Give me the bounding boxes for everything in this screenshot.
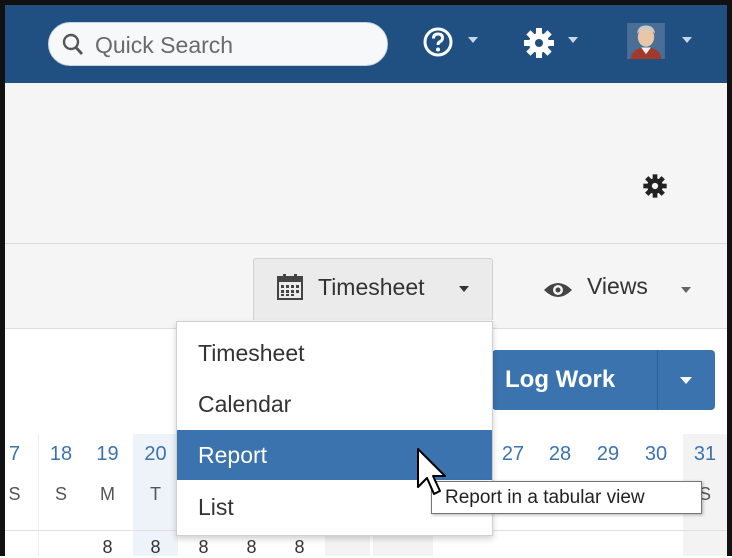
- chevron-down-icon: [680, 377, 692, 384]
- day-weekday: S: [8, 484, 21, 504]
- day-hours: 8: [246, 537, 257, 557]
- settings-chevron-down-icon[interactable]: [568, 37, 578, 43]
- views-label: Views: [587, 273, 648, 299]
- top-navigation-bar: Quick Search: [5, 5, 727, 83]
- menu-item-calendar[interactable]: Calendar: [177, 379, 492, 429]
- chevron-down-icon: [681, 287, 691, 293]
- quick-search-placeholder: Quick Search: [95, 32, 234, 58]
- timesheet-view-button[interactable]: Timesheet: [253, 258, 493, 320]
- timesheet-view-label: Timesheet: [318, 274, 425, 300]
- calendar-day[interactable]: 20 T 8: [133, 434, 178, 557]
- log-work-dropdown-button[interactable]: [657, 350, 715, 410]
- chevron-down-icon: [459, 286, 469, 292]
- quick-search-input[interactable]: Quick Search: [48, 22, 388, 66]
- day-weekday: S: [54, 484, 67, 504]
- eye-icon: [544, 283, 572, 297]
- user-chevron-down-icon[interactable]: [682, 37, 692, 43]
- log-work-button[interactable]: Log Work: [492, 350, 657, 410]
- report-tooltip: Report in a tabular view: [431, 481, 702, 514]
- day-date: 28: [548, 443, 572, 465]
- day-hours: 8: [294, 537, 305, 557]
- mouse-pointer-icon: [417, 448, 446, 495]
- day-date: 31: [693, 443, 717, 465]
- calendar-icon: [277, 274, 303, 300]
- day-hours: 8: [198, 537, 209, 557]
- day-date: 29: [596, 443, 620, 465]
- day-hours: 8: [150, 537, 161, 557]
- window-frame-right: [727, 0, 732, 556]
- page-header: [5, 83, 727, 244]
- calendar-day[interactable]: 19 M 8: [85, 434, 130, 557]
- gear-icon[interactable]: [521, 25, 557, 61]
- day-date: 27: [501, 443, 525, 465]
- menu-item-timesheet[interactable]: Timesheet: [177, 328, 492, 378]
- help-chevron-down-icon[interactable]: [468, 37, 478, 43]
- calendar-day[interactable]: 18 S: [38, 434, 83, 556]
- day-date: 19: [96, 443, 119, 465]
- day-date: 18: [49, 443, 73, 465]
- day-hours: 8: [102, 537, 113, 557]
- day-date: 20: [144, 443, 167, 465]
- gear-icon[interactable]: [641, 172, 669, 200]
- calendar-day[interactable]: 7 S: [0, 434, 29, 556]
- avatar[interactable]: [623, 23, 669, 59]
- day-date: 30: [644, 443, 668, 465]
- day-weekday: T: [150, 484, 161, 504]
- day-weekday: M: [100, 484, 115, 504]
- help-icon[interactable]: [422, 25, 456, 61]
- day-date: 7: [8, 443, 21, 465]
- search-icon: [62, 33, 84, 55]
